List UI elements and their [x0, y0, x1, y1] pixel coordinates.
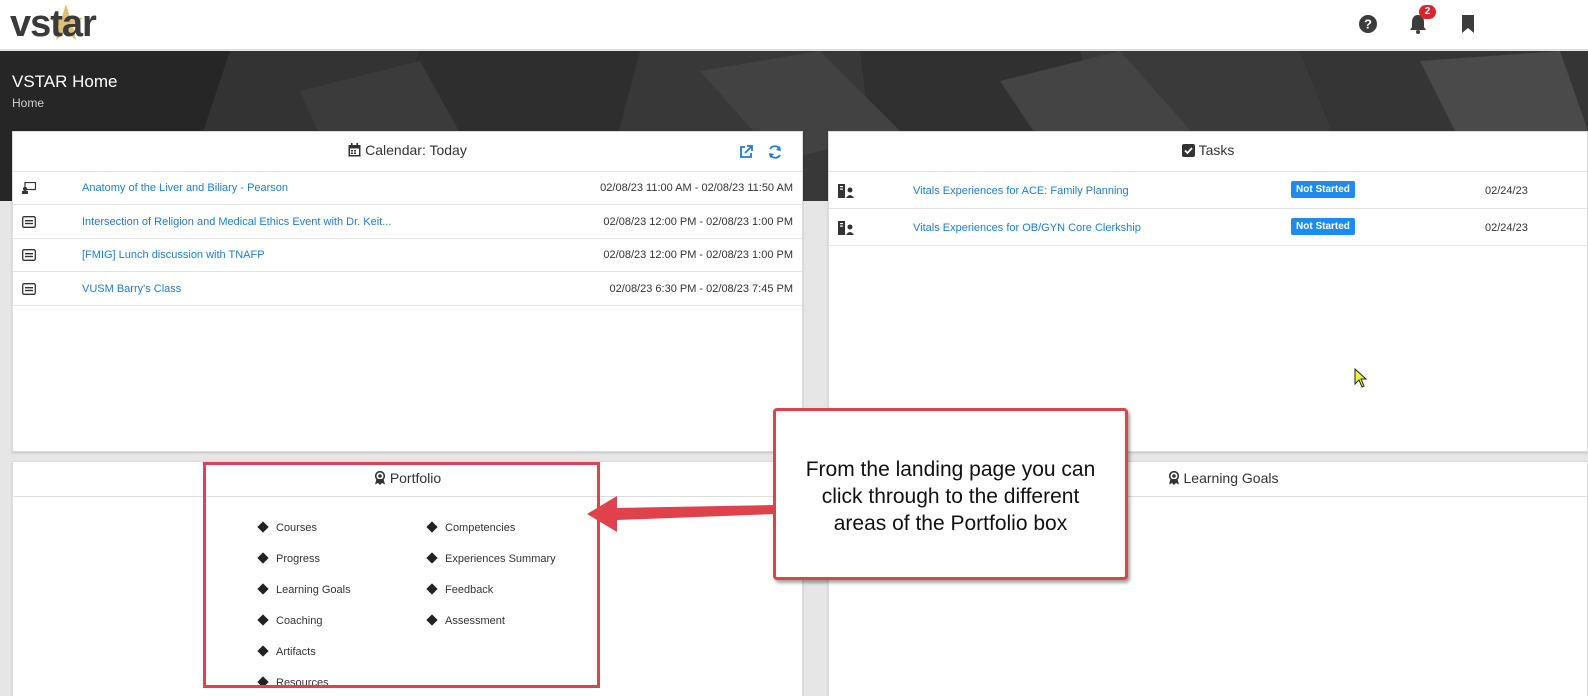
learning-goals-title: Learning Goals	[1183, 470, 1279, 486]
event-time: 02/08/23 6:30 PM - 02/08/23 7:45 PM	[609, 283, 793, 295]
event-time: 02/08/23 12:00 PM - 02/08/23 1:00 PM	[603, 216, 793, 228]
task-row[interactable]: Vitals Experiences for ACE: Family Plann…	[829, 172, 1587, 209]
award-icon	[1168, 471, 1179, 485]
event-icon	[22, 283, 36, 295]
logo-text: vstar	[10, 3, 97, 45]
portfolio-highlight-box	[203, 462, 600, 688]
help-icon[interactable]: ?	[1356, 12, 1380, 36]
calendar-event-row[interactable]: [FMIG] Lunch discussion with TNAFP 02/08…	[13, 239, 802, 272]
callout-arrow-icon	[587, 496, 775, 532]
calendar-event-row[interactable]: VUSM Barry's Class 02/08/23 6:30 PM - 02…	[13, 273, 802, 306]
notification-badge: 2	[1419, 5, 1436, 19]
calendar-header: Calendar: Today	[13, 132, 802, 172]
event-icon	[22, 216, 36, 228]
task-row[interactable]: Vitals Experiences for OB/GYN Core Clerk…	[829, 209, 1587, 246]
task-title[interactable]: Vitals Experiences for ACE: Family Plann…	[913, 185, 1129, 197]
bookmark-icon[interactable]	[1456, 12, 1480, 36]
event-time: 02/08/23 12:00 PM - 02/08/23 1:00 PM	[603, 249, 793, 261]
event-title[interactable]: Intersection of Religion and Medical Eth…	[82, 216, 391, 228]
annotation-callout: From the landing page you can click thro…	[773, 408, 1128, 580]
status-badge: Not Started	[1291, 181, 1355, 198]
callout-line: click through to the different	[821, 485, 1080, 508]
task-person-icon	[838, 184, 854, 198]
calendar-event-row[interactable]: Anatomy of the Liver and Biliary - Pears…	[13, 172, 802, 205]
callout-line: From the landing page you can	[805, 458, 1096, 481]
tasks-title: Tasks	[1198, 142, 1235, 158]
breadcrumb[interactable]: Home	[12, 96, 44, 110]
external-link-icon[interactable]	[738, 144, 754, 160]
calendar-title: Calendar: Today	[365, 142, 467, 158]
checkbox-icon	[1181, 144, 1195, 157]
event-title[interactable]: VUSM Barry's Class	[82, 283, 181, 295]
callout-text: From the landing page you can click thro…	[776, 456, 1125, 537]
calendar-panel: Calendar: Today Anatomy of the Liver and…	[12, 131, 803, 452]
top-bar: vstar ? 2	[0, 0, 1588, 50]
event-icon	[22, 249, 36, 261]
callout-line: areas of the Portfolio box	[833, 512, 1068, 535]
event-time: 02/08/23 11:00 AM - 02/08/23 11:50 AM	[600, 182, 793, 194]
calendar-icon	[348, 143, 361, 157]
page-title: VSTAR Home	[12, 72, 118, 91]
task-due-date: 02/24/23	[1485, 185, 1528, 197]
tasks-panel: Tasks Vitals Experiences for ACE: Family…	[828, 131, 1588, 452]
task-title[interactable]: Vitals Experiences for OB/GYN Core Clerk…	[913, 222, 1141, 234]
vstar-logo[interactable]: vstar	[10, 2, 100, 46]
presentation-icon	[22, 182, 36, 194]
tasks-header: Tasks	[829, 132, 1587, 172]
mouse-cursor-icon	[1354, 368, 1368, 388]
svg-text:?: ?	[1364, 17, 1372, 32]
refresh-icon[interactable]	[767, 144, 783, 160]
task-person-icon	[838, 221, 854, 235]
event-title[interactable]: [FMIG] Lunch discussion with TNAFP	[82, 249, 265, 261]
calendar-event-row[interactable]: Intersection of Religion and Medical Eth…	[13, 206, 802, 239]
status-badge: Not Started	[1291, 218, 1355, 235]
task-due-date: 02/24/23	[1485, 222, 1528, 234]
event-title[interactable]: Anatomy of the Liver and Biliary - Pears…	[82, 182, 288, 194]
